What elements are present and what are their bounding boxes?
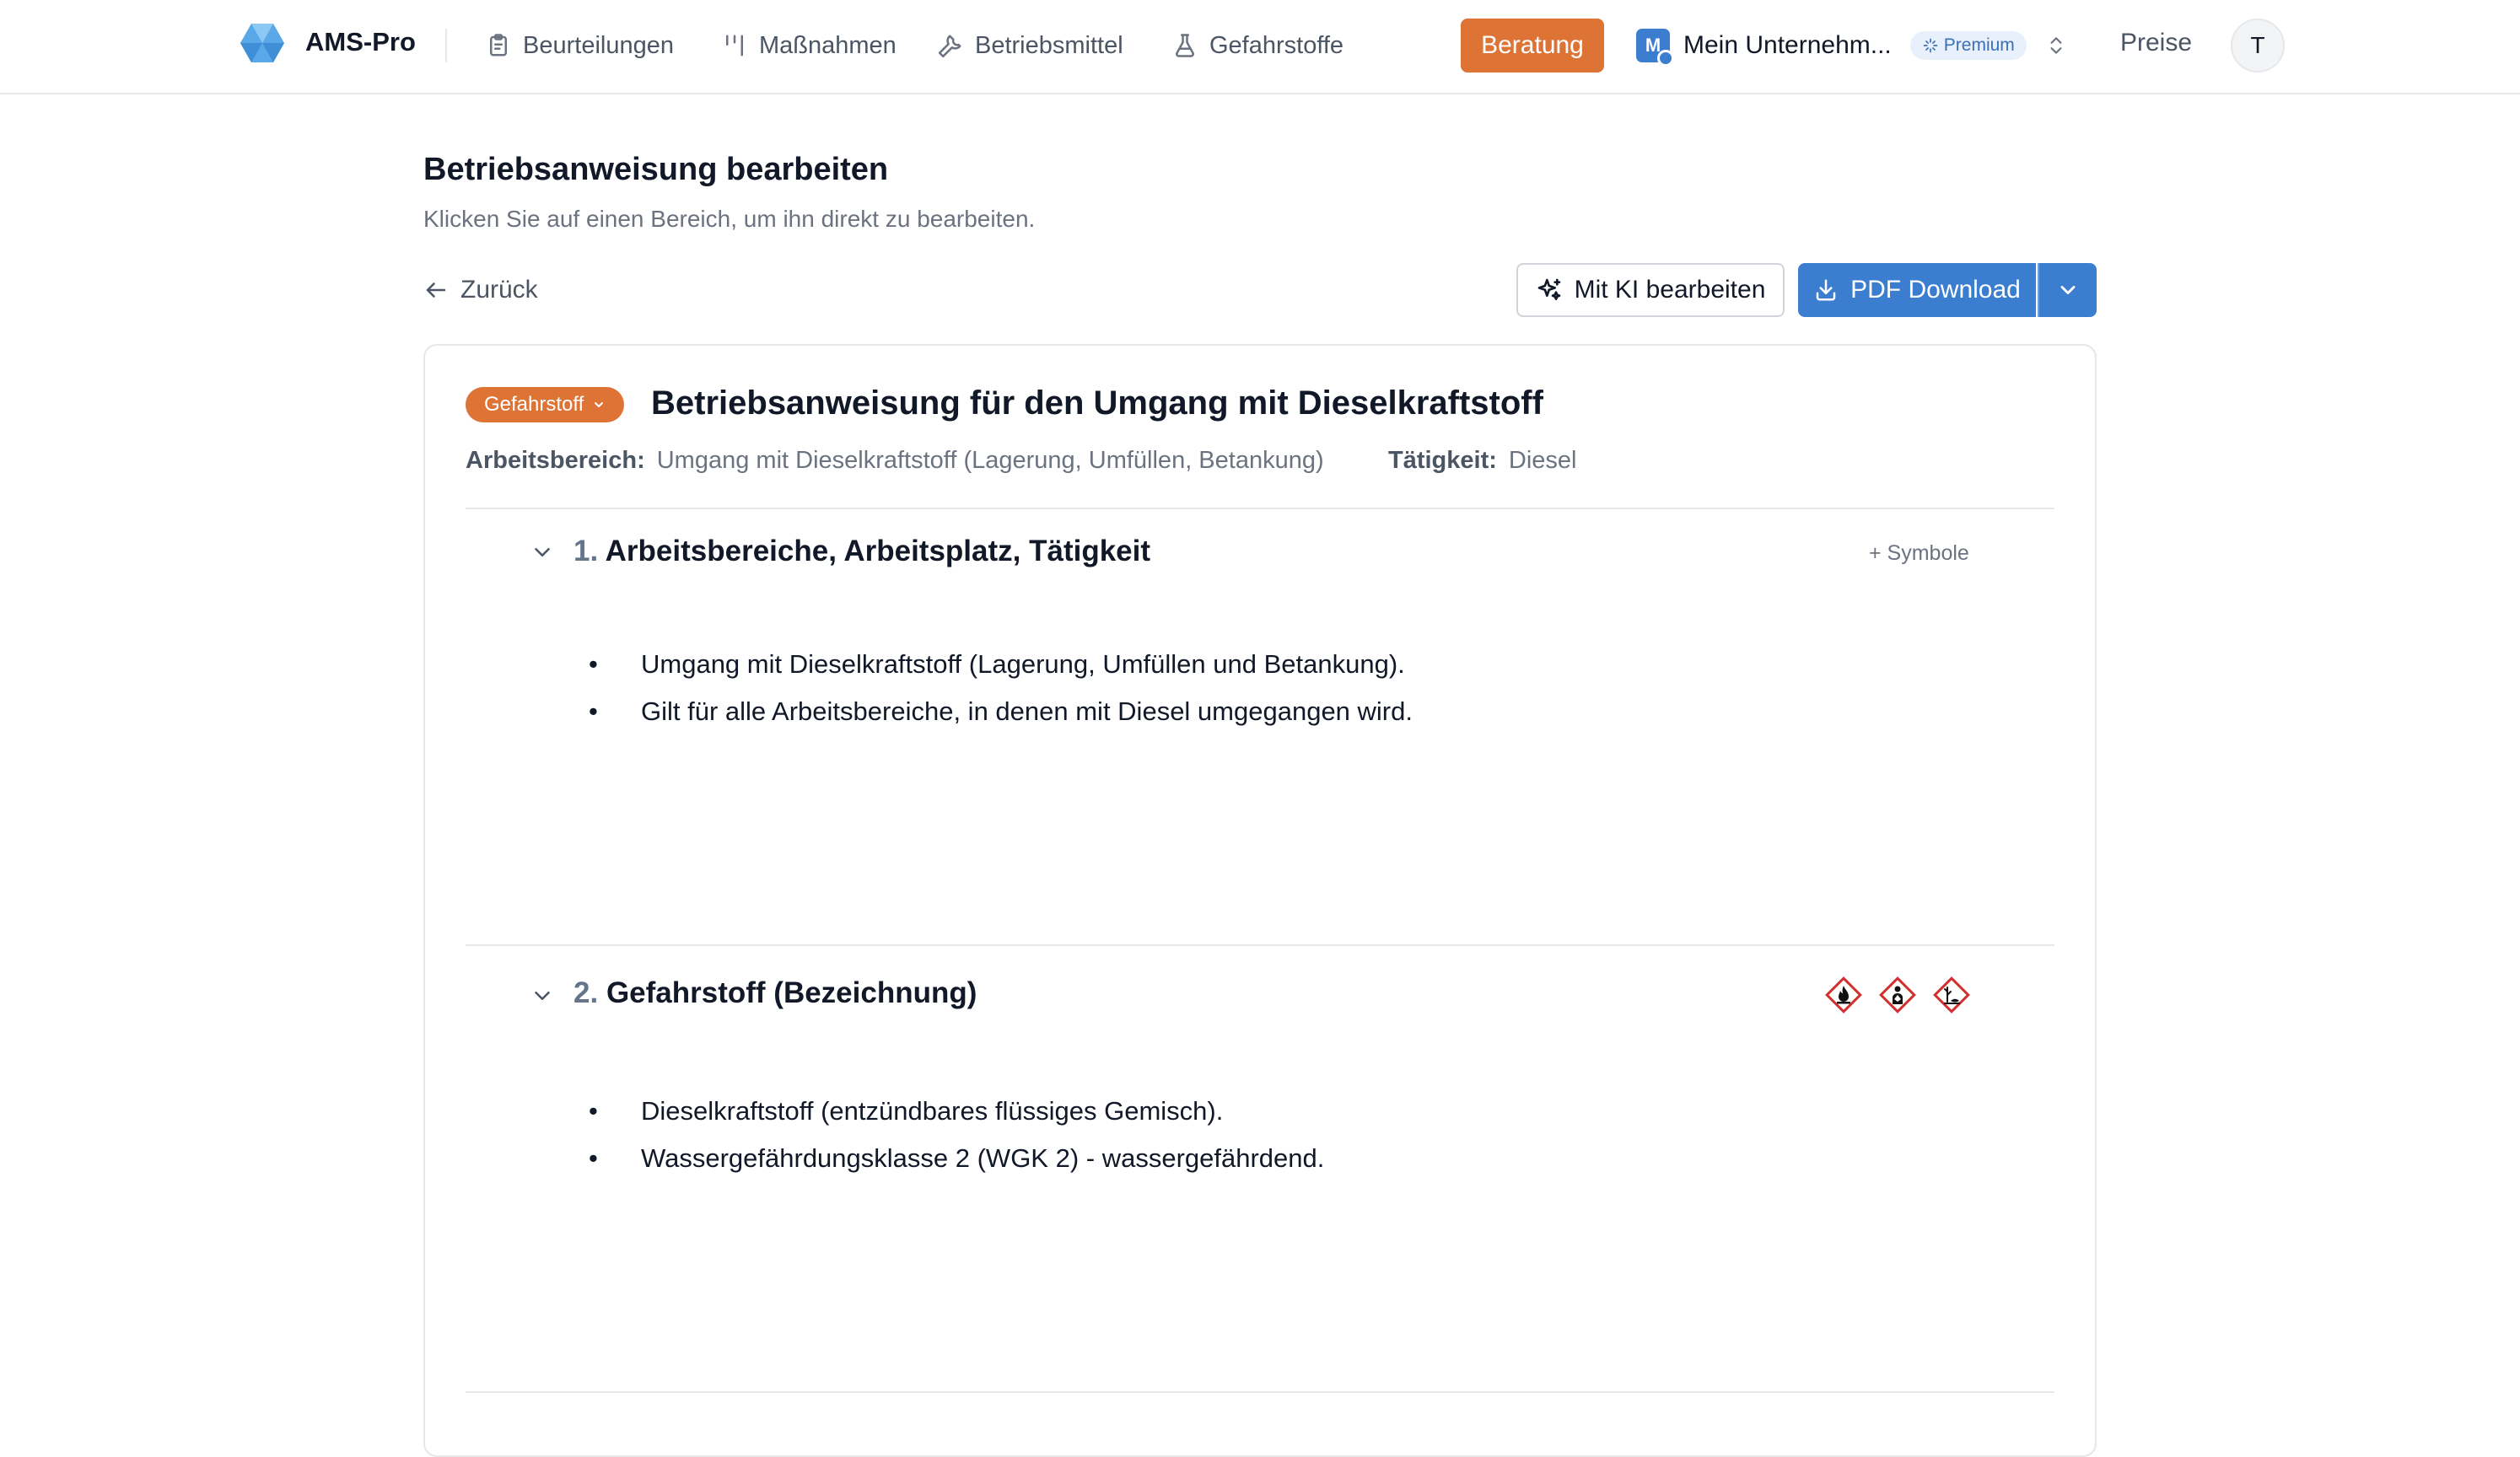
section-title: Arbeitsbereiche, Arbeitsplatz, Tätigkeit (605, 535, 1151, 567)
back-label: Zurück (460, 276, 538, 304)
chevron-down-icon (2060, 286, 2076, 294)
divider (466, 944, 2054, 946)
wrench-icon (938, 35, 961, 58)
sparkles-icon (1537, 278, 1560, 300)
flask-icon (1176, 34, 1194, 57)
page-subtitle: Klicken Sie auf einen Bereich, um ihn di… (423, 206, 1036, 232)
chevron-up-down-icon (2050, 37, 2062, 54)
bars-icon (726, 35, 743, 56)
taetigkeit-label: Tätigkeit: (1388, 447, 1497, 474)
type-badge-dropdown[interactable]: Gefahrstoff (466, 387, 625, 422)
arrow-left-icon (426, 282, 446, 298)
brand-name[interactable]: AMS-Pro (305, 27, 416, 57)
ams-pro-logo-icon[interactable] (238, 22, 287, 64)
section-title: Gefahrstoff (Bezeichnung) (606, 976, 977, 1009)
edit-with-ai-button[interactable]: Mit KI bearbeiten (1516, 263, 1785, 317)
document-title[interactable]: Betriebsanweisung für den Umgang mit Die… (651, 384, 1543, 422)
list-item-text: Wassergefährdungsklasse 2 (WGK 2) - wass… (641, 1143, 1325, 1173)
section-2-content[interactable]: Dieselkraftstoff (entzündbares flüssiges… (589, 1088, 1325, 1182)
preise-link[interactable]: Preise (2120, 29, 2192, 57)
edit-with-ai-label: Mit KI bearbeiten (1574, 276, 1766, 304)
section-number: 1. (573, 535, 599, 567)
pdf-download-label: PDF Download (1850, 276, 2021, 304)
pdf-download-button[interactable]: PDF Download (1798, 263, 2036, 317)
company-switcher[interactable]: M Mein Unternehm... Premium (1636, 25, 2067, 67)
premium-badge: Premium (1909, 31, 2027, 60)
section-number: 2. (573, 976, 599, 1009)
divider (466, 508, 2054, 509)
top-navigation-bar: AMS-Pro Beurteilungen Maßnahmen Betriebs… (0, 0, 2520, 94)
list-item: Umgang mit Dieselkraftstoff (Lagerung, U… (589, 641, 1413, 688)
type-badge-label: Gefahrstoff (484, 393, 584, 416)
pdf-options-dropdown-button[interactable] (2038, 263, 2097, 317)
company-avatar: M (1636, 29, 1674, 67)
status-dot (1657, 50, 1674, 67)
list-item: Wassergefährdungsklasse 2 (WGK 2) - wass… (589, 1135, 1325, 1182)
arbeitsbereich-value: Umgang mit Dieselkraftstoff (Lagerung, U… (656, 447, 1324, 474)
page-title: Betriebsanweisung bearbeiten (423, 152, 889, 187)
user-avatar[interactable]: T (2231, 19, 2285, 73)
collapse-section-1-chevron-icon[interactable] (530, 540, 555, 565)
nav-item-label: Beurteilungen (523, 31, 674, 59)
collapse-section-2-chevron-icon[interactable] (530, 983, 555, 1008)
company-name: Mein Unternehm... (1683, 31, 1892, 59)
list-item: Dieselkraftstoff (entzündbares flüssiges… (589, 1088, 1324, 1135)
nav-item-betriebsmittel[interactable]: Betriebsmittel (938, 29, 1123, 62)
document-card (423, 344, 2097, 1457)
download-icon (1816, 279, 1836, 301)
section-2-heading[interactable]: 2. Gefahrstoff (Bezeichnung) (573, 976, 977, 1010)
section-1-heading[interactable]: 1. Arbeitsbereiche, Arbeitsplatz, Tätigk… (573, 535, 1150, 568)
environment-pictogram-icon[interactable] (1931, 975, 1972, 1015)
list-item: Gilt für alle Arbeitsbereiche, in denen … (589, 688, 1413, 735)
nav-item-label: Maßnahmen (759, 31, 897, 59)
section-1-content[interactable]: Umgang mit Dieselkraftstoff (Lagerung, U… (589, 641, 1413, 735)
nav-item-massnahmen[interactable]: Maßnahmen (722, 29, 897, 62)
premium-label: Premium (1943, 35, 2015, 55)
health-hazard-pictogram-icon[interactable] (1877, 975, 1918, 1015)
nav-item-label: Betriebsmittel (975, 31, 1123, 59)
nav-divider (445, 29, 447, 62)
nav-item-label: Gefahrstoffe (1209, 31, 1344, 59)
chevron-down-icon (595, 402, 604, 407)
list-item-text: Dieselkraftstoff (entzündbares flüssiges… (641, 1096, 1224, 1126)
taetigkeit-value: Diesel (1508, 447, 1577, 474)
back-button[interactable]: Zurück (423, 273, 538, 307)
divider (466, 1391, 2054, 1393)
beratung-button[interactable]: Beratung (1461, 19, 1604, 73)
sparkle-icon (1923, 38, 1938, 53)
clipboard-icon (490, 34, 507, 56)
list-item-text: Gilt für alle Arbeitsbereiche, in denen … (641, 696, 1413, 726)
nav-item-beurteilungen[interactable]: Beurteilungen (486, 29, 674, 62)
nav-item-gefahrstoffe[interactable]: Gefahrstoffe (1172, 29, 1343, 62)
taetigkeit-field[interactable]: Tätigkeit: Diesel (1388, 447, 1577, 475)
list-item-text: Umgang mit Dieselkraftstoff (Lagerung, U… (641, 649, 1405, 679)
arbeitsbereich-label: Arbeitsbereich: (466, 447, 645, 474)
arbeitsbereich-field[interactable]: Arbeitsbereich: Umgang mit Dieselkraftsto… (466, 447, 1324, 475)
flame-pictogram-icon[interactable] (1823, 975, 1864, 1015)
add-symbols-button[interactable]: + Symbole (1869, 541, 1969, 566)
